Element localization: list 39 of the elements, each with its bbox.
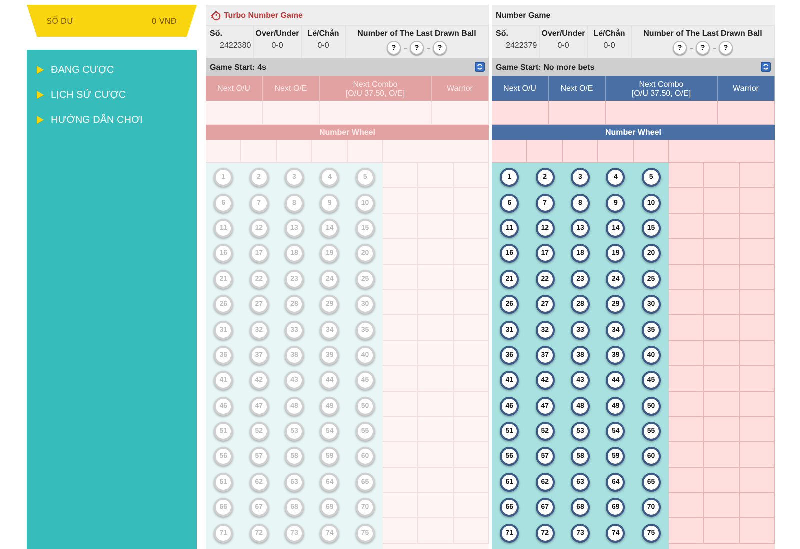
info-label: Số. xyxy=(210,29,222,38)
info-value: 0-0 xyxy=(558,41,570,50)
refresh-icon[interactable] xyxy=(761,62,771,72)
balance-label: SỐ DƯ xyxy=(47,16,74,26)
info-label: Over/Under xyxy=(256,29,300,38)
triangle-icon xyxy=(37,116,44,124)
status-text: Game Start: 4s xyxy=(210,62,266,72)
triangle-icon xyxy=(37,66,44,74)
info-value: 0-0 xyxy=(318,41,330,50)
stopwatch-icon xyxy=(210,10,221,20)
wheel-header: Number Wheel xyxy=(492,125,775,140)
game-title: Turbo Number Game xyxy=(224,10,303,20)
column-header: Next O/E xyxy=(263,76,320,101)
column-header: Next Combo [O/U 37.50, O/E] xyxy=(320,76,432,101)
status-text: Game Start: No more bets xyxy=(496,62,595,72)
column-header: Next Combo [O/U 37.50, O/E] xyxy=(606,76,718,101)
info-value: 2422380 xyxy=(219,41,252,50)
column-header: Next O/E xyxy=(549,76,606,101)
column-header: Next O/U xyxy=(492,76,549,101)
column-header: Next O/U xyxy=(206,76,263,101)
info-value: 0-0 xyxy=(604,41,616,50)
game-title: Number Game xyxy=(496,10,551,20)
refresh-icon[interactable] xyxy=(475,62,485,72)
menu-item[interactable]: HƯỚNG DẪN CHƠI xyxy=(37,112,187,128)
info-label: Number of The Last Drawn Ball xyxy=(644,29,762,38)
menu-item[interactable]: LỊCH SỬ CƯỢC xyxy=(37,87,187,103)
info-value: 0-0 xyxy=(272,41,284,50)
column-header: Warrior xyxy=(718,76,775,101)
info-label: Lẻ/Chẵn xyxy=(594,29,626,38)
balance-value: 0 VNĐ xyxy=(152,16,177,26)
triangle-icon xyxy=(37,91,44,99)
info-label: Over/Under xyxy=(542,29,586,38)
info-label: Số. xyxy=(496,29,508,38)
info-value: 2422379 xyxy=(505,41,538,50)
wheel-header: Number Wheel xyxy=(206,125,489,140)
info-label: Number of The Last Drawn Ball xyxy=(358,29,476,38)
info-label: Lẻ/Chẵn xyxy=(308,29,340,38)
column-header: Warrior xyxy=(432,76,489,101)
menu-item[interactable]: ĐANG CƯỢC xyxy=(37,62,187,78)
